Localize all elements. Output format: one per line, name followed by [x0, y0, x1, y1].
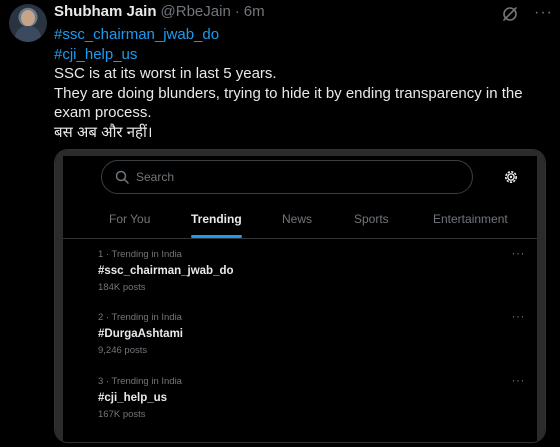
- tweet-text-line: SSC is at its worst in last 5 years.: [54, 65, 277, 82]
- trend-post-count: 184K posts: [98, 282, 146, 293]
- tab-label: News: [282, 212, 313, 226]
- tweet-timestamp[interactable]: 6m: [244, 3, 265, 20]
- device-frame-left: [55, 150, 63, 442]
- search-placeholder: Search: [136, 170, 175, 184]
- trend-meta: 2 · Trending in India: [98, 312, 182, 323]
- explore-tabs: For You Trending News Sports Entertainme…: [63, 200, 537, 239]
- trend-item[interactable]: 3 · Trending in India #cji_help_us 167K …: [98, 373, 525, 421]
- trend-more-icon[interactable]: ···: [512, 373, 526, 387]
- tweet-text-line: They are doing blunders, trying to hide …: [54, 84, 523, 102]
- tab-sports[interactable]: Sports: [354, 200, 389, 238]
- trend-post-count: 9,246 posts: [98, 345, 148, 356]
- search-bar[interactable]: Search: [101, 160, 473, 194]
- tab-label: Entertainment: [433, 212, 508, 226]
- trend-item[interactable]: 2 · Trending in India #DurgaAshtami 9,24…: [98, 309, 525, 357]
- avatar-face: [21, 10, 35, 26]
- tab-trending[interactable]: Trending: [191, 200, 242, 238]
- search-icon: [115, 170, 129, 184]
- tweet-header: Shubham Jain @RbeJain · 6m: [54, 3, 265, 23]
- tab-for-you[interactable]: For You: [109, 200, 150, 238]
- trend-item[interactable]: 1 · Trending in India #ssc_chairman_jwab…: [98, 246, 525, 294]
- trend-topic: #ssc_chairman_jwab_do: [98, 265, 234, 277]
- trend-meta: 1 · Trending in India: [98, 249, 182, 260]
- author-handle[interactable]: @RbeJain: [161, 3, 231, 20]
- tweet-text-line: बस अब और नहीं।: [54, 123, 153, 141]
- trend-meta: 3 · Trending in India: [98, 376, 182, 387]
- author-name[interactable]: Shubham Jain: [54, 3, 157, 20]
- trend-post-count: 167K posts: [98, 409, 146, 420]
- tab-news[interactable]: News: [282, 200, 312, 238]
- tab-label: Sports: [354, 212, 389, 226]
- device-frame-right: [537, 150, 545, 442]
- trend-topic: #DurgaAshtami: [98, 328, 183, 340]
- avatar-body: [15, 26, 41, 42]
- tab-label: Trending: [191, 212, 242, 226]
- tweet-text: #ssc_chairman_jwab_do #cji_help_us SSC i…: [54, 25, 544, 142]
- more-options-icon[interactable]: ···: [534, 4, 553, 22]
- author-avatar[interactable]: [9, 4, 47, 42]
- hashtag-link[interactable]: #ssc_chairman_jwab_do: [54, 25, 544, 45]
- grok-icon[interactable]: [501, 5, 519, 23]
- hashtag-link[interactable]: #cji_help_us: [54, 45, 544, 65]
- tab-label: For You: [109, 212, 151, 226]
- separator-dot: ·: [234, 3, 240, 20]
- settings-gear-icon[interactable]: [503, 169, 519, 185]
- trend-more-icon[interactable]: ···: [512, 309, 526, 323]
- trend-topic: #cji_help_us: [98, 392, 168, 404]
- trend-more-icon[interactable]: ···: [512, 246, 526, 260]
- device-frame-top: [55, 150, 545, 156]
- active-tab-indicator: [191, 235, 242, 238]
- tab-entertainment[interactable]: Entertainment: [433, 200, 508, 238]
- attached-screenshot[interactable]: Search For You Trending News Sports Ente…: [54, 149, 546, 443]
- tweet-text-line: exam process.: [54, 104, 152, 121]
